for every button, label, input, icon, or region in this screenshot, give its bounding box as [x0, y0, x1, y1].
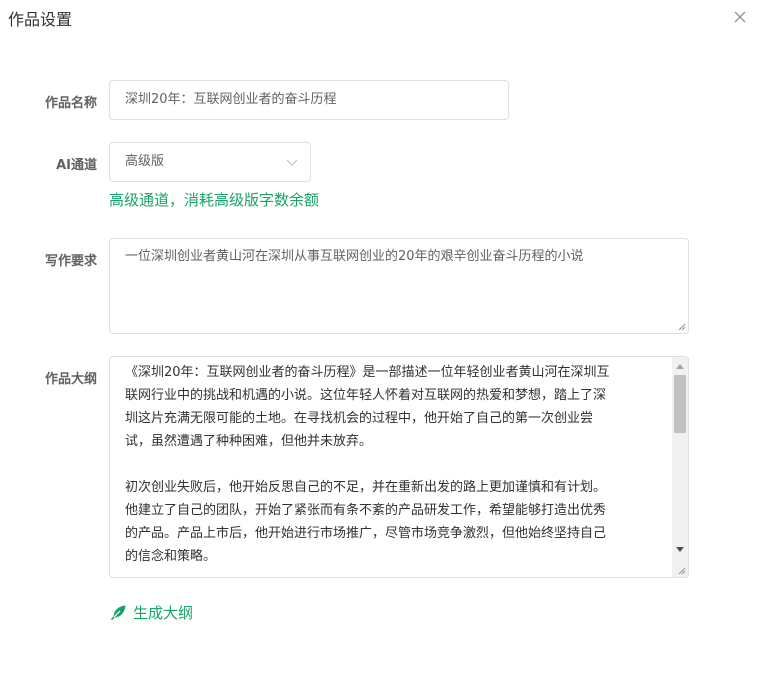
work-name-input[interactable]: 深圳20年：互联网创业者的奋斗历程	[109, 80, 509, 120]
requirement-label: 写作要求	[44, 254, 97, 269]
outline-line: 试，虽然遭遇了种种困难，但他并未放弃。	[125, 434, 373, 449]
name-label: 作品名称	[44, 96, 97, 111]
channel-hint: 高级通道，消耗高级版字数余额	[109, 191, 320, 209]
work-outline-textarea[interactable]: 《深圳20年：互联网创业者的奋斗历程》是一部描述一位年轻创业者黄山河在深圳互 联…	[109, 356, 689, 578]
work-settings-dialog: 作品设置 作品名称 深圳20年：互联网创业者的奋斗历程 AI通道 高级版 高级通…	[0, 0, 764, 695]
outline-line: 圳这片充满无限可能的土地。在寻找机会的过程中，他开始了自己的第一次创业尝	[125, 411, 594, 426]
outline-line: 初次创业失败后，他开始反思自己的不足，并在重新出发的路上更加谨慎和有计划。	[125, 480, 607, 495]
writing-requirement-textarea[interactable]: 一位深圳创业者黄山河在深圳从事互联网创业的20年的艰辛创业奋斗历程的小说	[109, 238, 689, 334]
ai-channel-value: 高级版	[125, 154, 165, 169]
feather-icon	[110, 605, 126, 620]
resize-handle-icon[interactable]	[676, 565, 686, 575]
scroll-up-arrow-icon[interactable]	[676, 363, 684, 369]
outline-paragraph: 初次创业失败后，他开始反思自己的不足，并在重新出发的路上更加谨慎和有计划。 他建…	[125, 476, 659, 568]
channel-label: AI通道	[56, 158, 97, 173]
outline-scrollbar[interactable]	[672, 357, 688, 577]
outline-label: 作品大纲	[44, 372, 97, 387]
outline-line: 联网行业中的挑战和机遇的小说。这位年轻人怀着对互联网的热爱和梦想，踏上了深	[125, 388, 607, 403]
dialog-title: 作品设置	[8, 10, 73, 29]
outline-line: 的信念和策略。	[125, 549, 217, 564]
writing-requirement-text: 一位深圳创业者黄山河在深圳从事互联网创业的20年的艰辛创业奋斗历程的小说	[125, 249, 584, 264]
outline-line: 他建立了自己的团队，开始了紧张而有条不紊的产品研发工作，希望能够打造出优秀	[125, 503, 607, 518]
outline-line: 的产品。产品上市后，他开始进行市场推广，尽管市场竞争激烈，但他始终坚持自己	[125, 526, 607, 541]
scrollbar-thumb[interactable]	[674, 375, 686, 433]
generate-outline-label: 生成大纲	[133, 603, 194, 622]
outline-content: 《深圳20年：互联网创业者的奋斗历程》是一部描述一位年轻创业者黄山河在深圳互 联…	[110, 357, 673, 577]
generate-outline-button[interactable]: 生成大纲	[110, 601, 193, 623]
close-icon[interactable]	[732, 9, 748, 25]
scroll-down-arrow-icon[interactable]	[676, 547, 684, 553]
chevron-down-icon	[286, 159, 298, 166]
ai-channel-select[interactable]: 高级版	[109, 142, 311, 182]
outline-line: 《深圳20年：互联网创业者的奋斗历程》是一部描述一位年轻创业者黄山河在深圳互	[125, 365, 610, 380]
outline-paragraph: 《深圳20年：互联网创业者的奋斗历程》是一部描述一位年轻创业者黄山河在深圳互 联…	[125, 361, 659, 453]
resize-handle-icon[interactable]	[676, 321, 686, 331]
